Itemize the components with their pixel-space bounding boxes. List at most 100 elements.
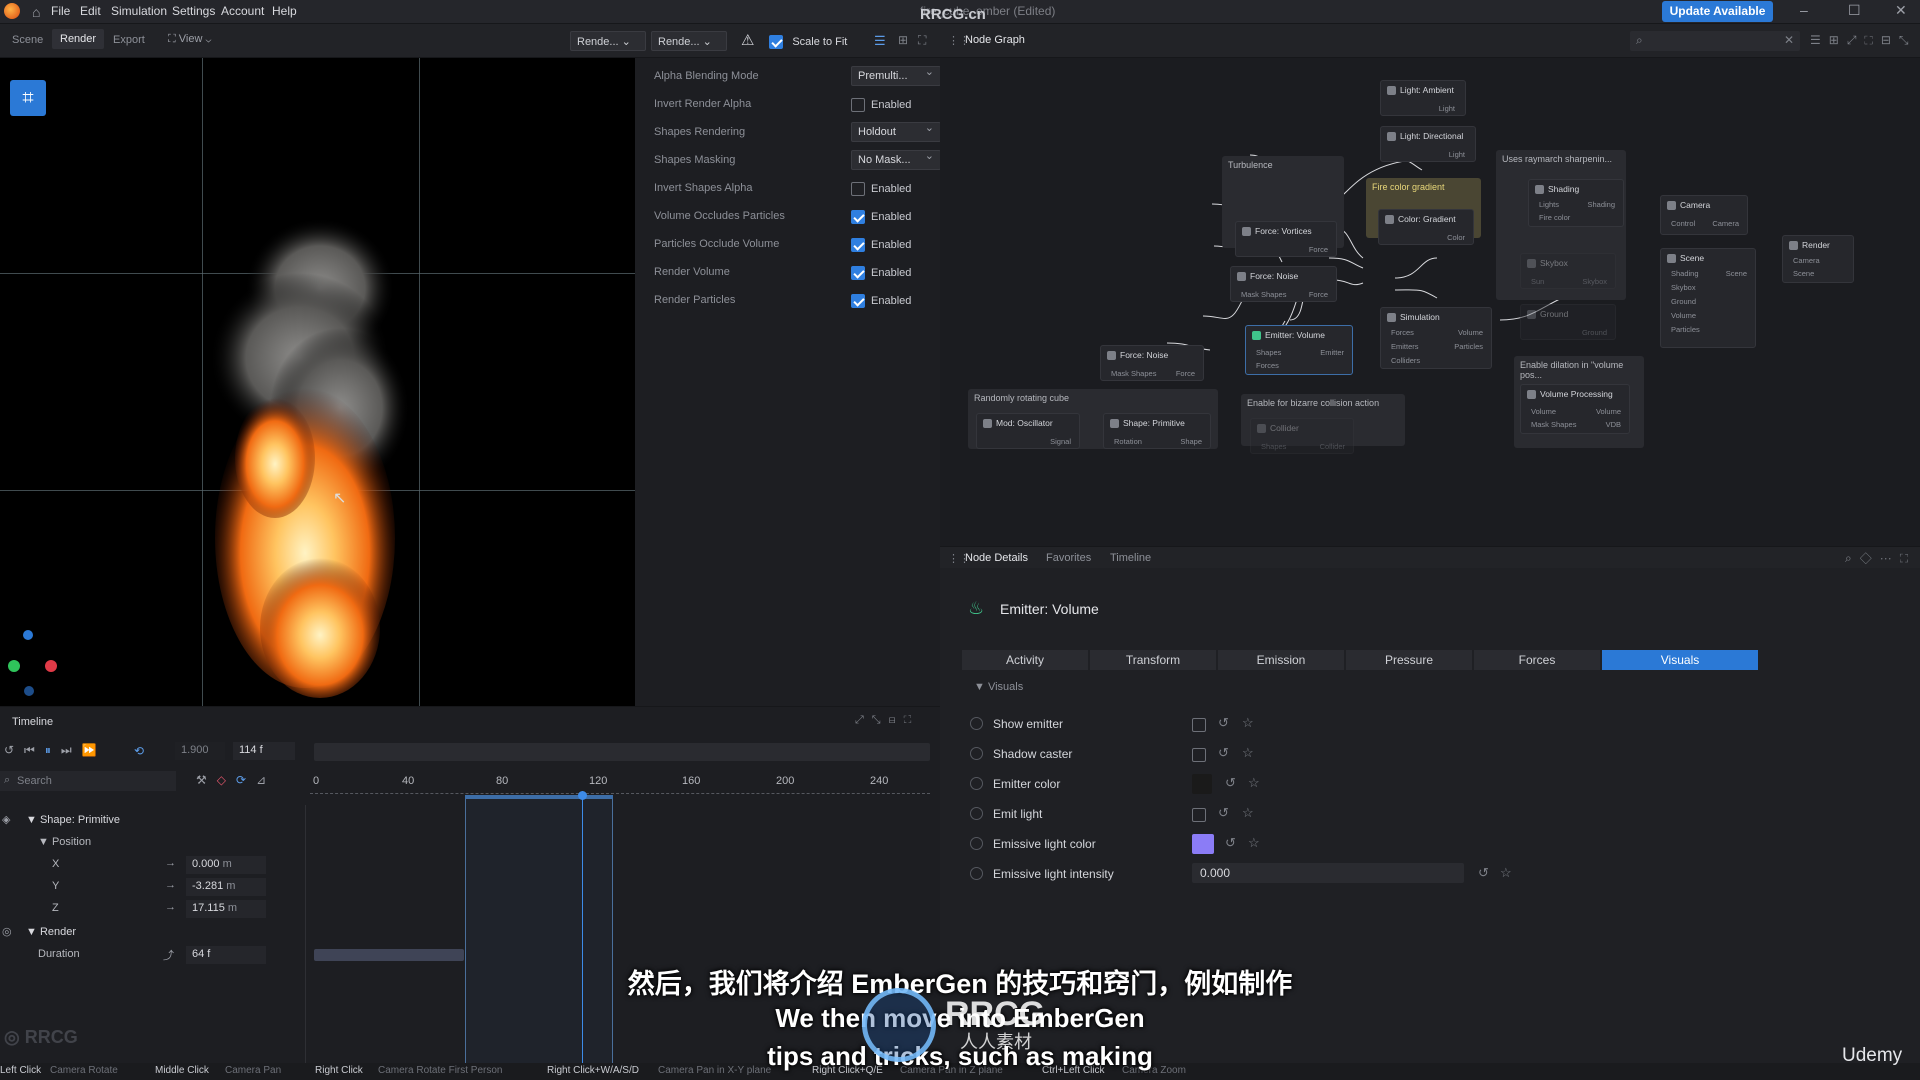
track-search-input[interactable]: ⌕ Search xyxy=(0,771,176,791)
render-particles-checkbox[interactable] xyxy=(851,293,865,308)
port-skybox[interactable]: Skybox xyxy=(1671,283,1696,292)
port-volume[interactable]: Volume xyxy=(1458,328,1483,337)
port-color[interactable]: Color xyxy=(1447,233,1465,242)
port-rotation[interactable]: Rotation xyxy=(1114,437,1142,446)
curve-icon[interactable]: ⤴ xyxy=(163,947,174,963)
favorite-radio[interactable] xyxy=(970,867,983,880)
port-shapes[interactable]: Shapes xyxy=(1256,348,1281,357)
render-viewport[interactable]: ⌗ ↖ xyxy=(0,58,635,706)
show-emitter-checkbox[interactable] xyxy=(1192,717,1206,732)
port-force[interactable]: Force xyxy=(1176,369,1195,378)
port-particles[interactable]: Particles xyxy=(1671,325,1700,334)
view-menu[interactable]: ⛶ View ⌄ xyxy=(168,33,211,46)
node-search-input[interactable]: ⌕ ✕ xyxy=(1630,31,1800,51)
sliders-icon[interactable]: ☰ xyxy=(874,33,886,49)
tab-export[interactable]: Export xyxy=(113,34,145,46)
volume-occludes-particles-checkbox[interactable] xyxy=(851,209,865,224)
node-shading[interactable]: Shading Lights Fire color Shading xyxy=(1528,179,1624,227)
port-scene[interactable]: Scene xyxy=(1793,269,1814,278)
star-icon[interactable]: ☆ xyxy=(1500,865,1512,881)
favorite-radio[interactable] xyxy=(970,777,983,790)
node-ground[interactable]: Ground Ground xyxy=(1520,304,1616,340)
z-value-input[interactable]: 17.115 m xyxy=(186,900,266,918)
port-particles[interactable]: Particles xyxy=(1454,342,1483,351)
node-volume-processing[interactable]: Volume Processing Volume Mask Shapes Vol… xyxy=(1520,384,1630,434)
port-vdb[interactable]: VDB xyxy=(1606,420,1621,429)
tab-scene[interactable]: Scene xyxy=(12,34,43,46)
port-volume[interactable]: Volume xyxy=(1671,311,1696,320)
port-force[interactable]: Force xyxy=(1309,290,1328,299)
reset-icon[interactable]: ↺ xyxy=(1225,775,1236,791)
node-light-directional[interactable]: Light: Directional Light xyxy=(1380,126,1476,162)
x-value-input[interactable]: 0.000 m xyxy=(186,856,266,874)
subtab-forces[interactable]: Forces xyxy=(1474,650,1600,670)
render-dropdown-2[interactable]: Rende... ⌄ xyxy=(651,31,727,51)
port-mask-shapes[interactable]: Mask Shapes xyxy=(1531,420,1576,429)
pause-icon[interactable]: ⏸ xyxy=(45,743,61,757)
node-camera[interactable]: Camera Control Camera xyxy=(1660,195,1748,235)
reset-icon[interactable]: ↺ xyxy=(1225,835,1236,851)
node-skybox[interactable]: Skybox Sun Skybox xyxy=(1520,253,1616,289)
star-icon[interactable]: ☆ xyxy=(1242,805,1254,821)
render-dropdown-1[interactable]: Rende... ⌄ xyxy=(570,31,646,51)
port-forces[interactable]: Forces xyxy=(1256,361,1279,370)
duration-clip-bar[interactable] xyxy=(314,949,464,961)
gizmo-z-icon[interactable] xyxy=(23,630,33,640)
timeline-tools-icons[interactable]: ⤢⤡⊟⛶ xyxy=(855,714,919,727)
shapes-masking-dropdown[interactable]: No Mask... xyxy=(851,149,941,170)
port-light[interactable]: Light xyxy=(1439,104,1455,113)
port-emitters[interactable]: Emitters xyxy=(1391,342,1419,351)
subtab-visuals[interactable]: Visuals xyxy=(1602,650,1758,670)
maximize-icon[interactable]: ☐ xyxy=(1848,2,1861,19)
node-scene[interactable]: Scene Shading Skybox Ground Volume Parti… xyxy=(1660,248,1756,348)
playback-controls[interactable]: ↺⏮⏸⏭⏩ xyxy=(4,743,107,758)
port-volume-out[interactable]: Volume xyxy=(1596,407,1621,416)
crop-icon[interactable]: ⌗ xyxy=(10,80,46,116)
port-volume[interactable]: Volume xyxy=(1531,407,1556,416)
port-lights[interactable]: Lights xyxy=(1539,200,1559,209)
port-sun[interactable]: Sun xyxy=(1531,277,1544,286)
favorite-radio[interactable] xyxy=(970,837,983,850)
node-render[interactable]: Render Camera Scene xyxy=(1782,235,1854,283)
port-forces[interactable]: Forces xyxy=(1391,328,1414,337)
reset-icon[interactable]: ↺ xyxy=(1478,865,1489,881)
tab-favorites[interactable]: Favorites xyxy=(1046,552,1091,564)
star-icon[interactable]: ☆ xyxy=(1242,745,1254,761)
menu-file[interactable]: File xyxy=(51,4,70,18)
keyframe-tools[interactable]: ⚒◇⟳⊿ xyxy=(196,773,276,787)
reset-icon[interactable]: ↺ xyxy=(1218,715,1229,731)
fullscreen-icon[interactable]: ⛶ xyxy=(918,33,926,48)
frame-input[interactable]: 114 f xyxy=(233,742,295,760)
menu-edit[interactable]: Edit xyxy=(80,4,101,18)
subtab-emission[interactable]: Emission xyxy=(1218,650,1344,670)
track-shape-primitive[interactable]: ▼ Shape: Primitive xyxy=(26,814,120,826)
close-icon[interactable]: ✕ xyxy=(1895,2,1907,19)
star-icon[interactable]: ☆ xyxy=(1248,835,1260,851)
curve-arrow-icon[interactable]: → xyxy=(165,857,176,869)
favorite-radio[interactable] xyxy=(970,747,983,760)
port-scene[interactable]: Scene xyxy=(1726,269,1747,278)
port-signal[interactable]: Signal xyxy=(1050,437,1071,446)
node-light-ambient[interactable]: Light: Ambient Light xyxy=(1380,80,1466,116)
star-icon[interactable]: ☆ xyxy=(1248,775,1260,791)
visuals-section-header[interactable]: ▼ Visuals xyxy=(974,681,1023,693)
port-control[interactable]: Control xyxy=(1671,219,1695,228)
shapes-rendering-dropdown[interactable]: Holdout xyxy=(851,121,941,142)
track-position[interactable]: ▼ Position xyxy=(38,836,91,848)
node-force-vortices[interactable]: Force: Vortices Force xyxy=(1235,221,1337,257)
emitter-color-swatch[interactable] xyxy=(1192,774,1212,794)
invert-render-alpha-checkbox[interactable] xyxy=(851,97,865,112)
timeline-scrubber-bar[interactable] xyxy=(314,743,930,761)
clear-search-icon[interactable]: ✕ xyxy=(1784,33,1794,47)
menu-help[interactable]: Help xyxy=(272,4,297,18)
port-emitter[interactable]: Emitter xyxy=(1320,348,1344,357)
alpha-blending-dropdown[interactable]: Premulti... xyxy=(851,65,941,86)
timeline-ruler[interactable]: 0 40 80 120 160 200 240 xyxy=(310,775,930,794)
scale-to-fit-checkbox[interactable] xyxy=(769,34,783,49)
node-collider[interactable]: Collider Shapes Collider xyxy=(1250,418,1354,454)
reset-icon[interactable]: ↺ xyxy=(1218,745,1229,761)
favorite-radio[interactable] xyxy=(970,717,983,730)
port-colliders[interactable]: Colliders xyxy=(1391,356,1420,365)
tab-timeline[interactable]: Timeline xyxy=(1110,552,1151,564)
emit-light-checkbox[interactable] xyxy=(1192,807,1206,822)
